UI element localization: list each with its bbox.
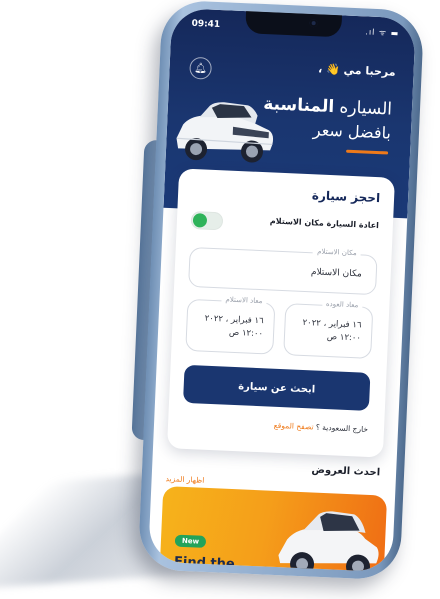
- pickup-date-label: معاد الاستلام: [221, 295, 267, 306]
- return-date-text: ١٦ فبراير ، ٢٠٢٢: [302, 317, 362, 331]
- outside-question: خارج السعودية ؟: [315, 422, 369, 434]
- return-same-place-label: اعادة السيارة مكان الاستلام: [269, 216, 380, 231]
- pickup-time-text: ١٢:٠٠ ص: [228, 327, 264, 340]
- hero-headline-normal: السياره: [333, 97, 393, 120]
- show-more-link[interactable]: اظهار المزيد: [165, 474, 204, 485]
- status-icons: .ıl ᯤ ▬: [365, 27, 400, 38]
- browse-site-link[interactable]: تصفح الموقع: [274, 421, 314, 432]
- pickup-place-field[interactable]: مكان الاستلام مكان الاستلام: [188, 246, 378, 296]
- return-date-field[interactable]: معاد العوده ١٦ فبراير ، ٢٠٢٢ ١٢:٠٠ ص: [283, 299, 374, 359]
- outside-saudi-row: خارج السعودية ؟ تصفح الموقع: [274, 421, 369, 434]
- promo-card[interactable]: New Find the: [158, 486, 388, 573]
- return-time-text: ١٢:٠٠ ص: [326, 332, 362, 344]
- toggle-knob: [192, 213, 208, 228]
- status-time: 09:41: [191, 18, 221, 31]
- notification-button[interactable]: 🔔︎: [189, 56, 213, 80]
- new-badge: New: [174, 534, 207, 548]
- phone-screen: 09:41 .ıl ᯤ ▬ 🔔︎ مرحبا مي 👋 ، السياره ال…: [148, 7, 416, 573]
- return-same-place-toggle[interactable]: [190, 210, 224, 231]
- hero-headline: السياره المناسبة: [263, 94, 393, 120]
- pickup-date-field[interactable]: معاد الاستلام ١٦ فبراير ، ٢٠٢٢ ١٢:٠٠ ص: [185, 295, 276, 355]
- hatchback-car-image: [278, 511, 379, 573]
- booking-title: احجز سيارة: [311, 188, 381, 206]
- offers-title: احدث العروض: [311, 464, 381, 479]
- pickup-place-label: مكان الاستلام: [312, 247, 361, 258]
- hero-subheadline: بافضل سعر: [312, 120, 392, 143]
- search-car-button[interactable]: ابحث عن سيارة: [182, 364, 371, 411]
- return-date-value: ١٦ فبراير ، ٢٠٢٢ ١٢:٠٠ ص: [302, 317, 362, 346]
- hero-underline: [346, 149, 389, 155]
- pickup-place-value: مكان الاستلام: [310, 267, 362, 280]
- greeting-text: مرحبا مي 👋 ،: [317, 62, 396, 79]
- booking-card: احجز سيارة اعادة السيارة مكان الاستلام م…: [166, 168, 396, 458]
- return-date-label: معاد العوده: [321, 299, 363, 310]
- pickup-date-value: ١٦ فبراير ، ٢٠٢٢ ١٢:٠٠ ص: [204, 313, 264, 342]
- bell-icon: 🔔︎: [194, 62, 208, 75]
- pickup-date-text: ١٦ فبراير ، ٢٠٢٢: [204, 313, 264, 327]
- suv-car-image: [176, 102, 274, 163]
